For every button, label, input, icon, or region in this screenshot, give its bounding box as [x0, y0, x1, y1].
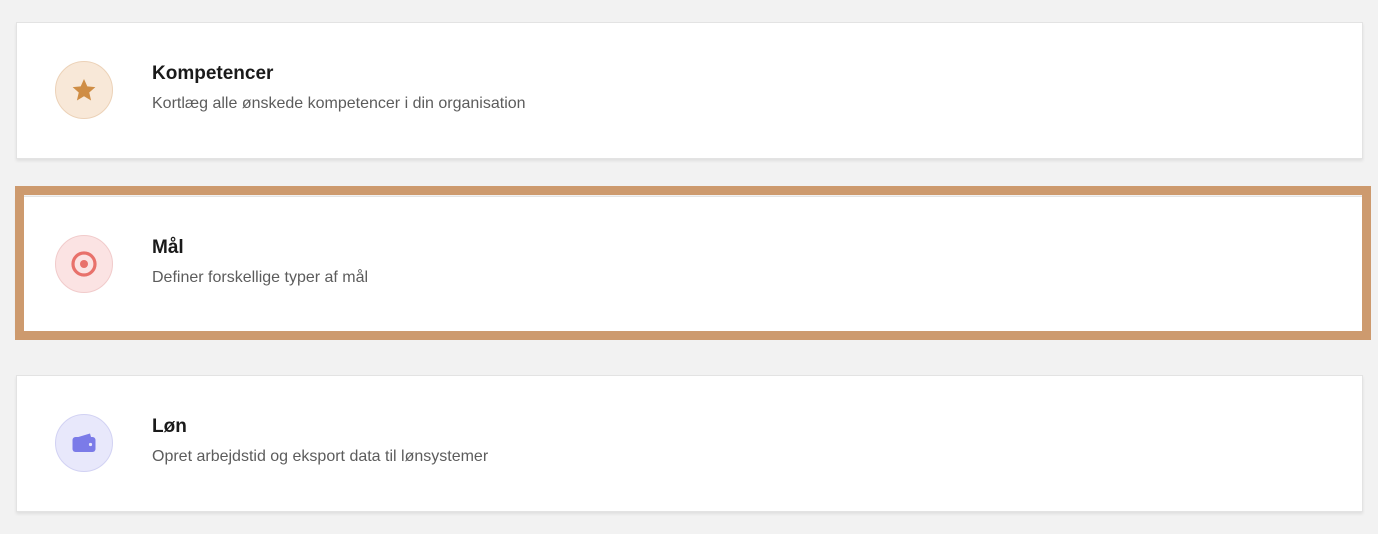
- card-title: Mål: [152, 237, 184, 258]
- module-card-kompetencer[interactable]: Kompetencer Kortlæg alle ønskede kompete…: [16, 22, 1363, 159]
- card-description: Definer forskellige typer af mål: [152, 269, 369, 286]
- card-title: Kompetencer: [152, 63, 274, 84]
- module-card-loen[interactable]: Løn Opret arbejdstid og eksport data til…: [16, 375, 1363, 512]
- loen-icon-badge: [55, 414, 113, 472]
- card-title: Løn: [152, 416, 187, 437]
- card-description: Opret arbejdstid og eksport data til løn…: [152, 448, 489, 465]
- card-description: Kortlæg alle ønskede kompetencer i din o…: [152, 95, 526, 112]
- kompetencer-icon-badge: [55, 61, 113, 119]
- star-icon: [72, 78, 96, 101]
- maal-icon-badge: [55, 235, 113, 293]
- target-icon: [71, 251, 97, 277]
- wallet-icon: [72, 433, 96, 452]
- module-card-maal[interactable]: Mål Definer forskellige typer af mål: [16, 196, 1363, 333]
